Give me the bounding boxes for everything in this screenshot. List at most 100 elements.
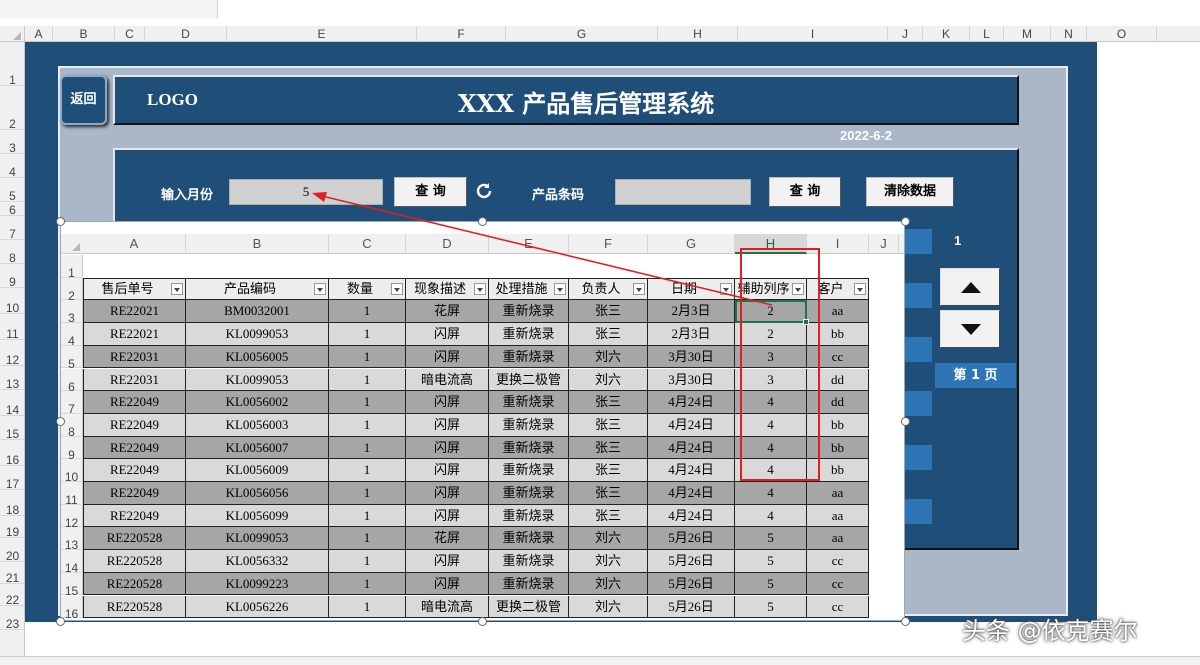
- table-cell[interactable]: 花屏: [406, 527, 489, 551]
- table-cell[interactable]: 闪屏: [406, 482, 489, 505]
- table-cell[interactable]: 暗电流高: [406, 595, 489, 619]
- table-cell[interactable]: 刘六: [569, 595, 648, 619]
- outer-row-number[interactable]: 7: [0, 216, 25, 241]
- table-cell[interactable]: 4月24日: [648, 482, 735, 505]
- table-cell[interactable]: RE22021: [83, 300, 186, 324]
- table-cell[interactable]: 4: [735, 482, 807, 505]
- table-cell[interactable]: 1: [329, 413, 406, 437]
- table-cell[interactable]: 闪屏: [406, 391, 489, 414]
- outer-column-letter[interactable]: J: [888, 26, 923, 42]
- table-cell[interactable]: aa: [807, 482, 869, 505]
- outer-row-number[interactable]: 11: [0, 314, 25, 341]
- table-cell[interactable]: 闪屏: [406, 323, 489, 346]
- table-cell[interactable]: 5: [735, 550, 807, 573]
- table-cell[interactable]: 刘六: [569, 527, 648, 551]
- outer-row-number[interactable]: 16: [0, 440, 25, 467]
- table-cell[interactable]: 重新烧录: [489, 323, 569, 346]
- table-cell[interactable]: KL0056002: [186, 391, 329, 414]
- outer-row-number[interactable]: 17: [0, 466, 25, 491]
- outer-row-number[interactable]: 6: [0, 202, 25, 217]
- table-cell[interactable]: 张三: [569, 300, 648, 324]
- table-cell[interactable]: RE22049: [83, 391, 186, 414]
- outer-row-number[interactable]: 22: [0, 584, 25, 607]
- outer-row-number[interactable]: 14: [0, 390, 25, 417]
- table-cell[interactable]: KL0099053: [186, 527, 329, 551]
- table-cell[interactable]: 重新烧录: [489, 527, 569, 551]
- resize-handle[interactable]: [56, 417, 65, 426]
- table-cell[interactable]: 3月30日: [648, 368, 735, 392]
- table-cell[interactable]: 闪屏: [406, 572, 489, 596]
- table-cell[interactable]: aa: [807, 527, 869, 551]
- table-cell[interactable]: KL0056007: [186, 436, 329, 460]
- outer-row-number[interactable]: 2: [0, 86, 25, 131]
- table-cell[interactable]: KL0099053: [186, 323, 329, 346]
- table-cell[interactable]: 重新烧录: [489, 391, 569, 414]
- outer-row-number[interactable]: 20: [0, 538, 25, 563]
- table-cell[interactable]: 1: [329, 504, 406, 528]
- table-cell[interactable]: KL0099053: [186, 368, 329, 392]
- back-button[interactable]: 返回: [60, 75, 107, 125]
- table-cell[interactable]: KL0056099: [186, 504, 329, 528]
- table-cell[interactable]: 花屏: [406, 300, 489, 324]
- clear-data-button[interactable]: 清除数据: [866, 177, 954, 207]
- table-cell[interactable]: cc: [807, 572, 869, 596]
- table-cell[interactable]: RE22031: [83, 345, 186, 369]
- query-button[interactable]: 查 询: [394, 177, 467, 207]
- table-cell[interactable]: 1: [329, 572, 406, 596]
- table-cell[interactable]: 4月24日: [648, 504, 735, 528]
- table-cell[interactable]: 闪屏: [406, 550, 489, 573]
- table-cell[interactable]: KL0056226: [186, 595, 329, 619]
- table-cell[interactable]: 重新烧录: [489, 300, 569, 324]
- outer-row-number[interactable]: 18: [0, 490, 25, 517]
- refresh-icon[interactable]: [474, 181, 494, 201]
- filter-dropdown-icon[interactable]: [314, 282, 326, 295]
- table-cell[interactable]: 张三: [569, 436, 648, 460]
- table-cell[interactable]: 刘六: [569, 345, 648, 369]
- table-cell[interactable]: KL0056009: [186, 459, 329, 482]
- outer-column-letter[interactable]: M: [1004, 26, 1051, 42]
- table-cell[interactable]: 5: [735, 527, 807, 551]
- table-cell[interactable]: RE220528: [83, 595, 186, 619]
- table-cell[interactable]: 4月24日: [648, 436, 735, 460]
- table-cell[interactable]: 3月30日: [648, 345, 735, 369]
- table-cell[interactable]: RE220528: [83, 550, 186, 573]
- outer-row-number[interactable]: 3: [0, 130, 25, 155]
- table-cell[interactable]: RE22049: [83, 504, 186, 528]
- table-cell[interactable]: 重新烧录: [489, 345, 569, 369]
- outer-row-number[interactable]: 23: [0, 606, 25, 631]
- table-cell[interactable]: KL0099223: [186, 572, 329, 596]
- table-cell[interactable]: RE220528: [83, 527, 186, 551]
- outer-column-letter[interactable]: L: [970, 26, 1004, 42]
- outer-row-number[interactable]: 8: [0, 240, 25, 265]
- outer-row-number[interactable]: 12: [0, 340, 25, 367]
- outer-column-letter[interactable]: E: [227, 26, 417, 42]
- name-box[interactable]: [0, 0, 218, 18]
- outer-row-number[interactable]: 15: [0, 416, 25, 441]
- table-cell[interactable]: RE22031: [83, 368, 186, 392]
- outer-column-letter[interactable]: I: [738, 26, 888, 42]
- table-cell[interactable]: 张三: [569, 482, 648, 505]
- table-cell[interactable]: 1: [329, 595, 406, 619]
- table-cell[interactable]: 刘六: [569, 550, 648, 573]
- table-cell[interactable]: 4: [735, 504, 807, 528]
- table-cell[interactable]: KL0056003: [186, 413, 329, 437]
- table-cell[interactable]: 重新烧录: [489, 482, 569, 505]
- table-cell[interactable]: 重新烧录: [489, 504, 569, 528]
- barcode-query-button[interactable]: 查 询: [769, 177, 841, 207]
- outer-column-letter[interactable]: A: [25, 26, 53, 42]
- resize-handle[interactable]: [478, 217, 487, 226]
- table-cell[interactable]: 1: [329, 368, 406, 392]
- table-cell[interactable]: 更换二极管: [489, 595, 569, 619]
- outer-row-number[interactable]: 4: [0, 154, 25, 179]
- table-cell[interactable]: 4月24日: [648, 391, 735, 414]
- table-cell[interactable]: 闪屏: [406, 504, 489, 528]
- table-cell[interactable]: 5: [735, 572, 807, 596]
- outer-column-letter[interactable]: O: [1087, 26, 1157, 42]
- table-cell[interactable]: 闪屏: [406, 345, 489, 369]
- outer-column-letter[interactable]: H: [658, 26, 738, 42]
- filter-dropdown-icon[interactable]: [554, 282, 566, 295]
- outer-row-number[interactable]: 21: [0, 562, 25, 585]
- table-cell[interactable]: 1: [329, 345, 406, 369]
- page-up-button[interactable]: [940, 268, 1000, 306]
- outer-column-letter[interactable]: B: [53, 26, 115, 42]
